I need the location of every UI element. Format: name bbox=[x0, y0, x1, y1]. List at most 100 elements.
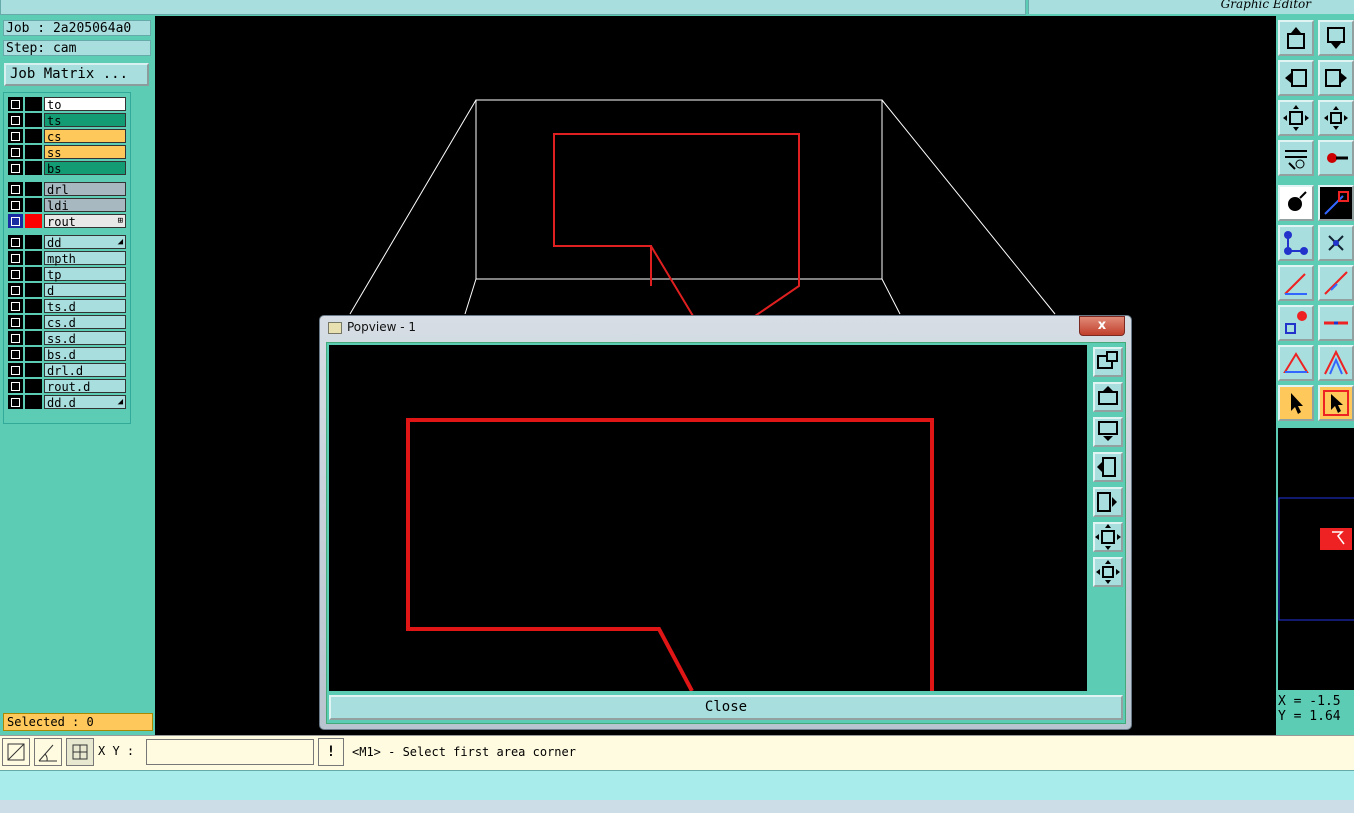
layer-row[interactable]: rout.d bbox=[8, 379, 126, 394]
delete-button[interactable] bbox=[1318, 225, 1354, 261]
connect-button[interactable] bbox=[1278, 225, 1314, 261]
alert-button[interactable]: ! bbox=[318, 738, 344, 766]
layer-row[interactable]: ss.d bbox=[8, 331, 126, 346]
layer-affected-toggle[interactable] bbox=[25, 182, 42, 196]
popview-canvas[interactable] bbox=[329, 345, 1087, 691]
grid-button[interactable] bbox=[66, 738, 94, 766]
layer-name: d bbox=[44, 283, 126, 298]
move-right-button[interactable] bbox=[1318, 60, 1354, 96]
layer-row[interactable]: mpth bbox=[8, 251, 126, 266]
layer-affected-toggle[interactable] bbox=[25, 283, 42, 297]
polygon-button[interactable] bbox=[1318, 345, 1354, 381]
layer-row[interactable]: dd ◢ bbox=[8, 235, 126, 250]
layer-row[interactable]: ldi bbox=[8, 198, 126, 213]
layer-affected-toggle[interactable] bbox=[25, 235, 42, 249]
layer-affected-toggle[interactable] bbox=[25, 315, 42, 329]
pop-zoom-window-button[interactable] bbox=[1093, 347, 1123, 377]
layer-checkbox[interactable] bbox=[8, 235, 23, 249]
layer-checkbox[interactable] bbox=[8, 145, 23, 159]
select-pointer-button[interactable] bbox=[1278, 385, 1314, 421]
layer-checkbox[interactable] bbox=[8, 347, 23, 361]
angle-button[interactable] bbox=[34, 738, 62, 766]
window-close-button[interactable]: x bbox=[1079, 316, 1125, 336]
layer-row[interactable]: ts bbox=[8, 113, 126, 128]
layer-affected-toggle[interactable] bbox=[25, 331, 42, 345]
select-area-button[interactable] bbox=[1318, 385, 1354, 421]
line-draw-icon bbox=[1324, 271, 1348, 295]
layer-checkbox[interactable] bbox=[8, 182, 23, 196]
layer-row[interactable]: d bbox=[8, 283, 126, 298]
layer-row[interactable]: bs.d bbox=[8, 347, 126, 362]
layer-affected-toggle[interactable] bbox=[25, 395, 42, 409]
taskbar bbox=[0, 800, 1354, 813]
layer-row[interactable]: tp bbox=[8, 267, 126, 282]
layer-affected-toggle[interactable] bbox=[25, 299, 42, 313]
layer-affected-toggle[interactable] bbox=[25, 97, 42, 111]
pad-tool-button[interactable] bbox=[1318, 140, 1354, 176]
line-draw-button[interactable] bbox=[1318, 265, 1354, 301]
pop-zoom-out-button[interactable] bbox=[1093, 557, 1123, 587]
pop-move-left-button[interactable] bbox=[1093, 452, 1123, 482]
layer-checkbox[interactable] bbox=[8, 97, 23, 111]
pop-move-up-button[interactable] bbox=[1093, 382, 1123, 412]
move-down-button[interactable] bbox=[1318, 20, 1354, 56]
layer-checkbox[interactable] bbox=[8, 251, 23, 265]
layer-checkbox[interactable] bbox=[8, 395, 23, 409]
layer-affected-toggle[interactable] bbox=[25, 161, 42, 175]
layer-row[interactable]: drl.d bbox=[8, 363, 126, 378]
layer-affected-toggle[interactable] bbox=[25, 267, 42, 281]
layer-checkbox[interactable] bbox=[8, 267, 23, 281]
zoom-fit-button[interactable] bbox=[1278, 100, 1314, 136]
layer-row[interactable]: cs bbox=[8, 129, 126, 144]
xy-input[interactable] bbox=[146, 739, 314, 765]
layer-affected-toggle[interactable] bbox=[25, 251, 42, 265]
pop-zoom-fit-button[interactable] bbox=[1093, 522, 1123, 552]
pop-move-right-button[interactable] bbox=[1093, 487, 1123, 517]
line-arrow-button[interactable] bbox=[1278, 265, 1314, 301]
triangle-button[interactable] bbox=[1278, 345, 1314, 381]
layer-checkbox[interactable] bbox=[8, 161, 23, 175]
layer-checkbox[interactable] bbox=[8, 198, 23, 212]
layer-affected-toggle[interactable] bbox=[25, 347, 42, 361]
layer-checkbox[interactable] bbox=[8, 331, 23, 345]
zoom-fit-icon bbox=[1095, 524, 1121, 550]
layer-checkbox[interactable] bbox=[8, 283, 23, 297]
pad-select-button[interactable] bbox=[1278, 305, 1314, 341]
layer-row[interactable]: to bbox=[8, 97, 126, 112]
layer-checkbox[interactable] bbox=[8, 129, 23, 143]
add-pad-button[interactable] bbox=[1278, 185, 1314, 221]
layer-affected-toggle[interactable] bbox=[25, 129, 42, 143]
layer-checkbox[interactable] bbox=[8, 379, 23, 393]
layer-row[interactable]: rout ⊞ bbox=[8, 214, 126, 229]
popview-close-button[interactable]: Close bbox=[329, 695, 1123, 720]
layer-checkbox[interactable] bbox=[8, 315, 23, 329]
layer-row[interactable]: drl bbox=[8, 182, 126, 197]
layer-row[interactable]: dd.d ◢ bbox=[8, 395, 126, 410]
layer-row[interactable]: bs bbox=[8, 161, 126, 176]
layer-affected-toggle[interactable] bbox=[25, 363, 42, 377]
layer-affected-toggle[interactable] bbox=[25, 214, 42, 228]
snap-button[interactable] bbox=[2, 738, 30, 766]
layer-affected-toggle[interactable] bbox=[25, 379, 42, 393]
layer-checkbox[interactable] bbox=[8, 113, 23, 127]
layer-checkbox[interactable] bbox=[8, 299, 23, 313]
settings-button[interactable] bbox=[1278, 140, 1314, 176]
layer-affected-toggle[interactable] bbox=[25, 145, 42, 159]
layer-affected-toggle[interactable] bbox=[25, 113, 42, 127]
rout-outline-zoomed bbox=[406, 418, 934, 691]
move-left-button[interactable] bbox=[1278, 60, 1314, 96]
zoom-out-button[interactable] bbox=[1318, 100, 1354, 136]
segment-button[interactable] bbox=[1318, 305, 1354, 341]
job-matrix-button[interactable]: Job Matrix ... bbox=[4, 63, 149, 86]
add-line-button[interactable] bbox=[1318, 185, 1354, 221]
pointer-icon bbox=[1291, 393, 1303, 414]
layer-row[interactable]: ts.d bbox=[8, 299, 126, 314]
layer-row[interactable]: ss bbox=[8, 145, 126, 160]
move-up-button[interactable] bbox=[1278, 20, 1314, 56]
layer-row[interactable]: cs.d bbox=[8, 315, 126, 330]
layer-checkbox[interactable] bbox=[8, 363, 23, 377]
layer-affected-toggle[interactable] bbox=[25, 198, 42, 212]
overview-map[interactable] bbox=[1278, 428, 1354, 690]
layer-checkbox[interactable] bbox=[8, 214, 23, 228]
pop-move-down-button[interactable] bbox=[1093, 417, 1123, 447]
